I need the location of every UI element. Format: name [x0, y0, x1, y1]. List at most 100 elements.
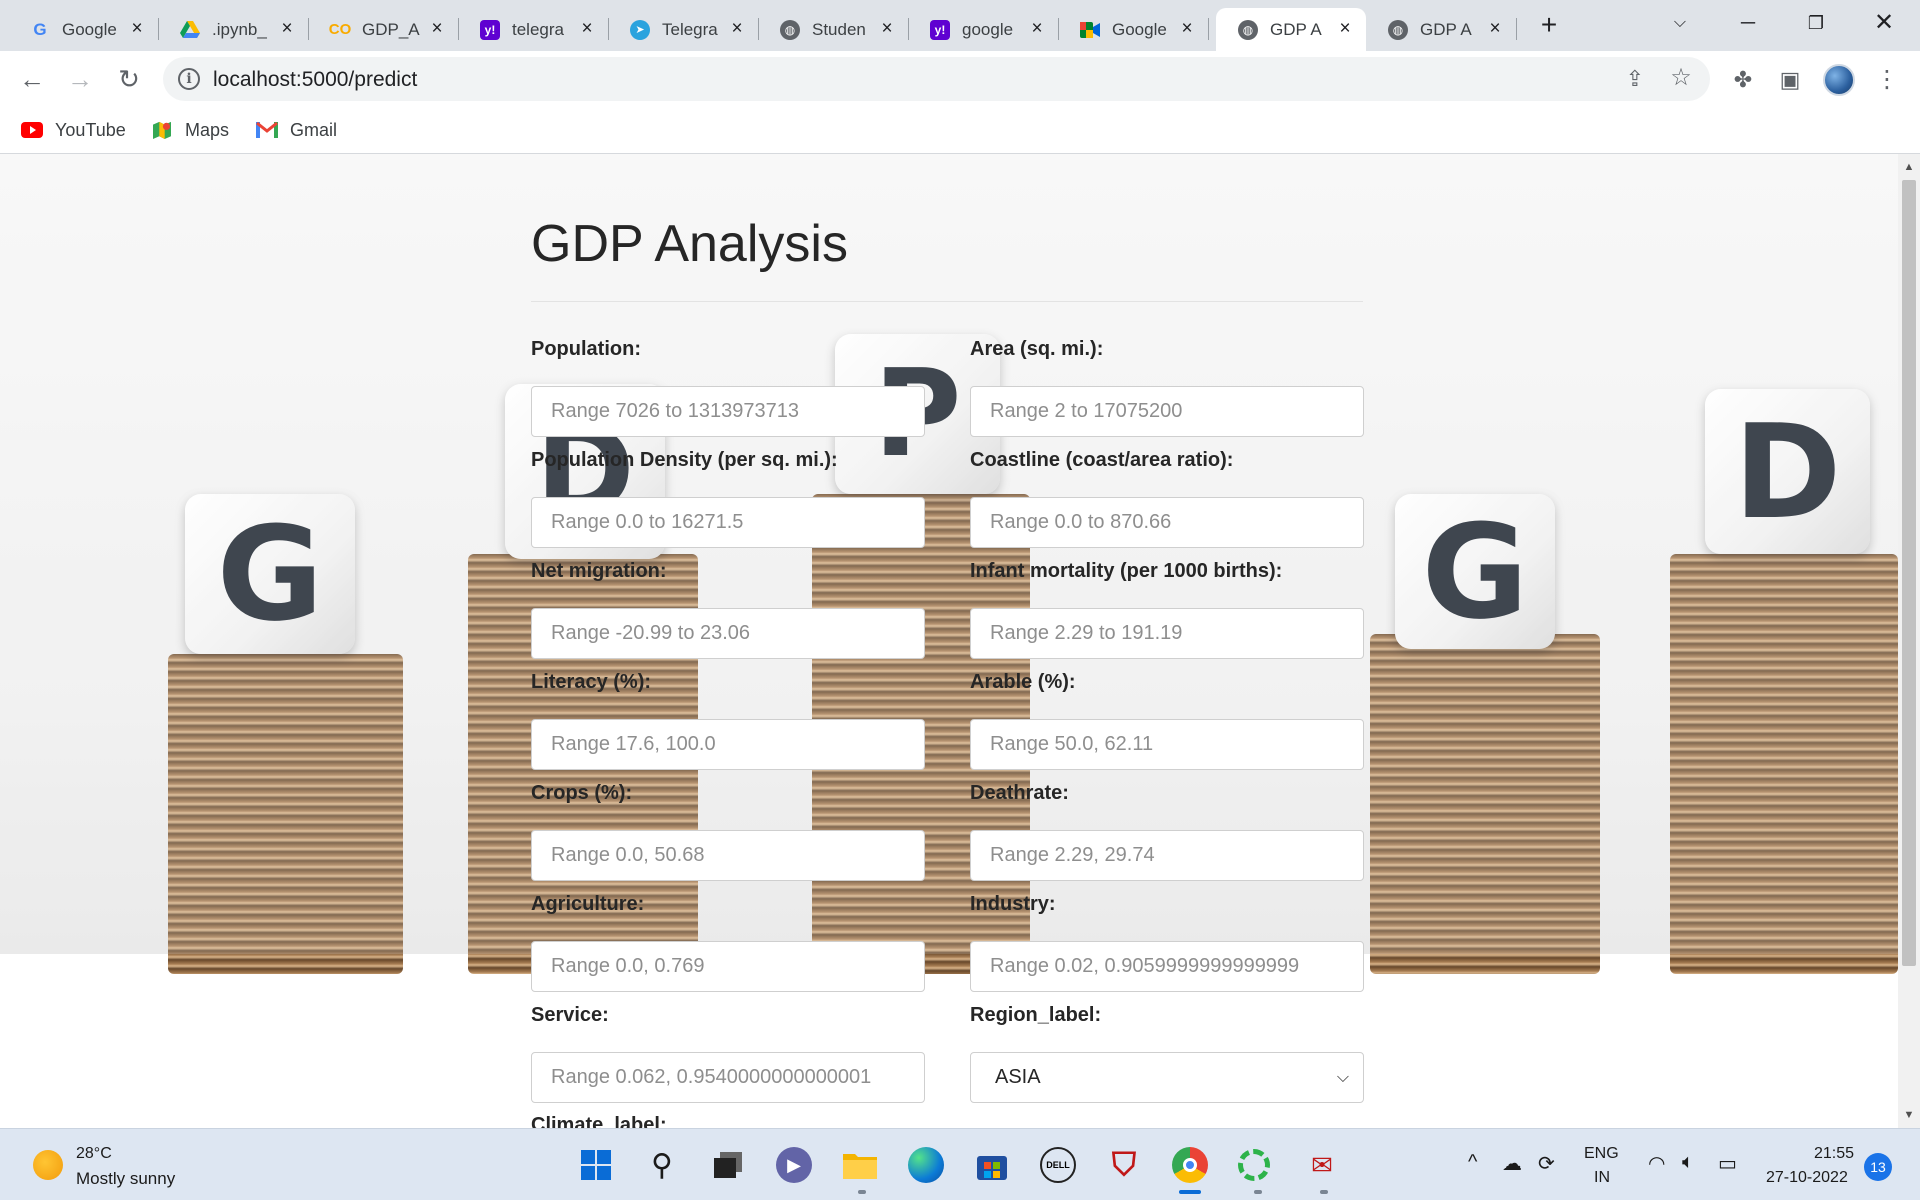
population-label: Population:	[531, 338, 641, 360]
close-icon[interactable]: ×	[578, 19, 596, 38]
tab-google-meet[interactable]: Google ×	[1058, 8, 1209, 51]
mcafee-icon[interactable]: ⛉	[1106, 1146, 1142, 1183]
coastline-input[interactable]	[970, 497, 1364, 548]
scroll-up-arrow-icon[interactable]: ▲	[1898, 158, 1920, 176]
file-explorer-icon[interactable]	[842, 1147, 878, 1183]
telegram-icon: ➤	[630, 19, 650, 40]
tab-strip: G Google × .ipynb_ × CO GDP_A × y! teleg…	[0, 0, 1920, 51]
reload-button[interactable]: ↻	[112, 63, 146, 97]
restore-button[interactable]: ❐	[1796, 8, 1836, 38]
tab-gdp-analysis-active[interactable]: ◍ GDP A ×	[1216, 8, 1366, 51]
menu-kebab-icon[interactable]: ⋮	[1872, 65, 1902, 95]
close-icon[interactable]: ×	[1486, 19, 1504, 38]
region-field: Region_label: ASIA ⌵	[970, 1004, 1364, 1103]
site-info-icon[interactable]: i	[178, 68, 200, 90]
region-select[interactable]: ASIA ⌵	[970, 1052, 1364, 1103]
forward-button[interactable]: →	[63, 63, 97, 97]
region-label: Region_label:	[970, 1004, 1102, 1026]
battery-icon[interactable]: ▭	[1718, 1151, 1737, 1176]
tab-google[interactable]: G Google ×	[8, 8, 159, 51]
windows-start-icon[interactable]	[578, 1147, 614, 1183]
page-title: GDP Analysis	[531, 215, 848, 273]
tab-student[interactable]: ◍ Studen ×	[758, 8, 909, 51]
onedrive-cloud-icon[interactable]: ☁	[1502, 1151, 1522, 1176]
population-input[interactable]	[531, 386, 925, 437]
service-input[interactable]	[531, 1052, 925, 1103]
close-icon[interactable]: ×	[1028, 19, 1046, 38]
crops-label: Crops (%):	[531, 782, 633, 804]
weather-temperature[interactable]: 28°C	[76, 1145, 112, 1163]
bookmark-label: YouTube	[55, 119, 126, 140]
tab-telegram[interactable]: ➤ Telegra ×	[608, 8, 759, 51]
tab-gdp-analysis[interactable]: ◍ GDP A ×	[1366, 8, 1517, 51]
bookmark-star-icon[interactable]: ☆	[1668, 65, 1694, 91]
volume-icon[interactable]: 🔈︎	[1682, 1151, 1694, 1174]
close-window-button[interactable]: ✕	[1864, 8, 1904, 38]
infant-mortality-input[interactable]	[970, 608, 1364, 659]
spinner-app-icon[interactable]	[1238, 1149, 1270, 1181]
agriculture-input[interactable]	[531, 941, 925, 992]
crops-field: Crops (%):	[531, 782, 925, 881]
literacy-input[interactable]	[531, 719, 925, 770]
youtube-icon	[21, 122, 43, 138]
language-region[interactable]: IN	[1594, 1169, 1610, 1187]
net-migration-field: Net migration:	[531, 560, 925, 659]
population-density-label: Population Density (per sq. mi.):	[531, 449, 838, 471]
profile-avatar[interactable]	[1823, 64, 1855, 96]
deathrate-label: Deathrate:	[970, 782, 1069, 804]
tab-google-yahoo[interactable]: y! google ×	[908, 8, 1059, 51]
teams-chat-icon[interactable]: ▶	[776, 1147, 812, 1183]
weather-sun-icon[interactable]	[33, 1150, 63, 1180]
weather-description[interactable]: Mostly sunny	[76, 1169, 175, 1189]
tab-telegram-yahoo[interactable]: y! telegra ×	[458, 8, 609, 51]
chrome-icon[interactable]	[1172, 1147, 1208, 1183]
bookmark-youtube[interactable]: YouTube	[21, 115, 126, 145]
clock-time[interactable]: 21:55	[1814, 1145, 1854, 1163]
deathrate-field: Deathrate:	[970, 782, 1364, 881]
page-scrollbar[interactable]: ▲ ▼	[1898, 154, 1920, 1128]
tray-overflow-chevron-icon[interactable]: ^	[1468, 1151, 1477, 1174]
language-indicator[interactable]: ENG	[1584, 1145, 1619, 1163]
crops-input[interactable]	[531, 830, 925, 881]
address-bar[interactable]: i localhost:5000/predict ⇪ ☆	[163, 57, 1710, 101]
back-button[interactable]: ←	[15, 63, 49, 97]
area-input[interactable]	[970, 386, 1364, 437]
running-indicator-active	[1179, 1190, 1201, 1194]
wifi-icon[interactable]: ◠	[1648, 1151, 1665, 1176]
bookmark-gmail[interactable]: Gmail	[256, 115, 337, 145]
mail-app-icon[interactable]: ✉	[1304, 1147, 1340, 1183]
dell-icon[interactable]: DELL	[1040, 1147, 1076, 1183]
close-icon[interactable]: ×	[128, 19, 146, 38]
side-panel-icon[interactable]: ▣	[1775, 65, 1805, 95]
task-view-icon[interactable]	[710, 1147, 746, 1183]
edge-icon[interactable]	[908, 1147, 944, 1183]
scroll-down-arrow-icon[interactable]: ▼	[1898, 1106, 1920, 1124]
scrollbar-thumb[interactable]	[1902, 180, 1916, 966]
industry-input[interactable]	[970, 941, 1364, 992]
tab-ipynb[interactable]: .ipynb_ ×	[158, 8, 309, 51]
close-icon[interactable]: ×	[1336, 19, 1354, 38]
bookmark-maps[interactable]: Maps	[151, 115, 229, 145]
search-icon[interactable]: ⚲	[644, 1147, 680, 1183]
tab-search-chevron-icon[interactable]: ⌵	[1660, 8, 1700, 38]
microsoft-store-icon[interactable]	[974, 1147, 1010, 1183]
notification-badge[interactable]: 13	[1864, 1153, 1892, 1181]
close-icon[interactable]: ×	[1178, 19, 1196, 38]
close-icon[interactable]: ×	[428, 19, 446, 38]
population-density-input[interactable]	[531, 497, 925, 548]
share-icon[interactable]: ⇪	[1622, 66, 1648, 92]
sync-icon[interactable]: ⟳	[1538, 1151, 1555, 1176]
area-field: Area (sq. mi.):	[970, 338, 1364, 437]
deathrate-input[interactable]	[970, 830, 1364, 881]
close-icon[interactable]: ×	[278, 19, 296, 38]
arable-input[interactable]	[970, 719, 1364, 770]
net-migration-input[interactable]	[531, 608, 925, 659]
net-migration-label: Net migration:	[531, 560, 667, 582]
minimize-button[interactable]: ─	[1728, 8, 1768, 38]
new-tab-button[interactable]: +	[1534, 10, 1564, 40]
tab-gdp-colab[interactable]: CO GDP_A ×	[308, 8, 459, 51]
close-icon[interactable]: ×	[728, 19, 746, 38]
close-icon[interactable]: ×	[878, 19, 896, 38]
extensions-puzzle-icon[interactable]: ✤	[1728, 65, 1758, 95]
clock-date[interactable]: 27-10-2022	[1766, 1169, 1848, 1187]
